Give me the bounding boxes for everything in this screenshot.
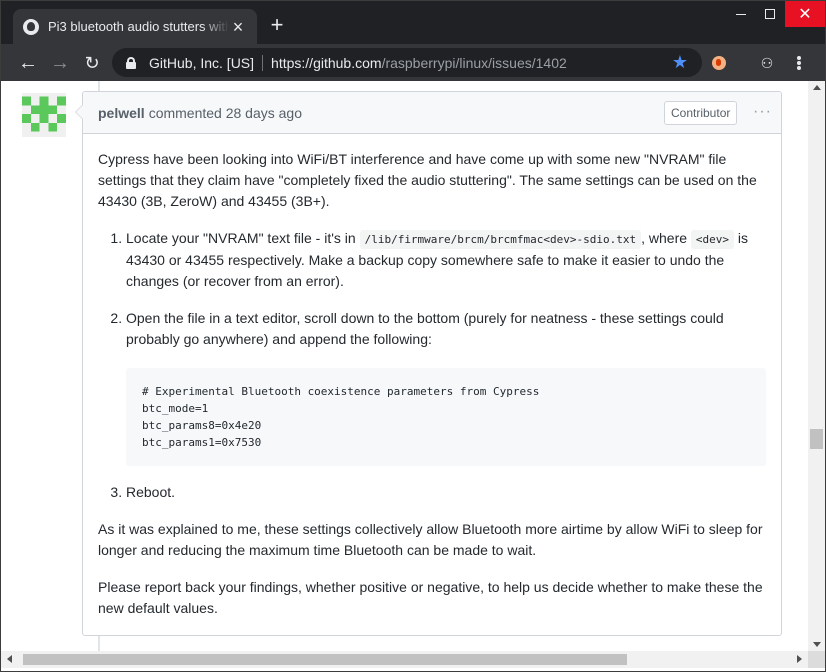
- code-block: # Experimental Bluetooth coexistence par…: [126, 368, 766, 466]
- comment-paragraph: Please report back your findings, whethe…: [98, 579, 763, 616]
- extension-icon[interactable]: [712, 56, 726, 70]
- tab-strip: Pi3 bluetooth audio stutters with × + ✕: [1, 1, 825, 44]
- tab-close-icon[interactable]: ×: [229, 18, 247, 36]
- comment-paragraph: As it was explained to me, these setting…: [98, 521, 763, 558]
- site-identity[interactable]: GitHub, Inc. [US]: [149, 55, 254, 71]
- comment: pelwell commented 28 days ago Contributo…: [75, 91, 782, 636]
- page-content: pelwell commented 28 days ago Contributo…: [1, 81, 808, 651]
- steps-list: Locate your "NVRAM" text file - it's in …: [98, 228, 766, 503]
- comment-header: pelwell commented 28 days ago Contributo…: [83, 92, 781, 134]
- reload-button[interactable]: ↻: [79, 50, 105, 76]
- inline-code-path: /lib/firmware/brcm/brcmfmac<dev>-sdio.tx…: [359, 230, 642, 249]
- browser-toolbar: ← → ↻ GitHub, Inc. [US] https://github.c…: [1, 44, 825, 81]
- vertical-scrollbar[interactable]: [808, 81, 825, 651]
- bookmark-star-icon[interactable]: ★: [672, 52, 688, 72]
- omnibox-divider: [262, 54, 264, 71]
- browser-window: Pi3 bluetooth audio stutters with × + ✕ …: [0, 0, 826, 672]
- horizontal-scroll-thumb[interactable]: [23, 654, 627, 665]
- comment-timestamp[interactable]: commented 28 days ago: [149, 105, 302, 121]
- back-button[interactable]: ←: [15, 50, 41, 76]
- comment-author[interactable]: pelwell: [98, 105, 145, 121]
- list-item: Open the file in a text editor, scroll d…: [126, 308, 766, 466]
- contributor-badge: Contributor: [664, 101, 738, 125]
- vertical-scroll-thumb[interactable]: [810, 429, 823, 449]
- inline-code-dev: <dev>: [690, 230, 735, 249]
- scroll-corner: [808, 651, 825, 668]
- github-icon: [23, 18, 39, 35]
- avatar[interactable]: [22, 93, 66, 137]
- comment-body: Cypress have been looking into WiFi/BT i…: [83, 134, 781, 650]
- url-host[interactable]: https://github.com: [271, 55, 382, 71]
- more-options-icon[interactable]: ···: [753, 104, 772, 120]
- browser-menu-icon[interactable]: [796, 54, 802, 72]
- step-text: Open the file in a text editor, scroll d…: [126, 310, 724, 347]
- list-item: Locate your "NVRAM" text file - it's in …: [126, 228, 766, 292]
- horizontal-scrollbar[interactable]: [1, 651, 808, 668]
- scroll-up-icon[interactable]: [813, 85, 821, 90]
- new-tab-button[interactable]: +: [266, 14, 288, 36]
- url-path[interactable]: /raspberrypi/linux/issues/1402: [382, 55, 567, 71]
- scroll-left-icon[interactable]: [7, 655, 12, 663]
- step-text: Reboot.: [126, 484, 176, 500]
- lock-icon[interactable]: [126, 56, 136, 69]
- maximize-icon: [765, 9, 775, 19]
- identicon-icon: [22, 93, 66, 137]
- address-bar[interactable]: GitHub, Inc. [US] https://github.com/ras…: [112, 48, 702, 77]
- step-text: Locate your "NVRAM" text file - it's in: [126, 230, 360, 246]
- browser-tab[interactable]: Pi3 bluetooth audio stutters with ×: [13, 9, 257, 44]
- close-window-button[interactable]: ✕: [785, 1, 825, 27]
- comment-paragraph: Cypress have been looking into WiFi/BT i…: [98, 151, 757, 209]
- minimize-icon: [736, 13, 746, 15]
- list-item: Reboot.: [126, 482, 766, 503]
- tab-title: Pi3 bluetooth audio stutters with: [48, 19, 230, 34]
- maximize-button[interactable]: [753, 1, 787, 27]
- step-text: , where: [641, 230, 691, 246]
- forward-button[interactable]: →: [47, 50, 73, 76]
- scroll-right-icon[interactable]: [797, 655, 802, 663]
- extension-puzzle-icon[interactable]: ⚇: [759, 54, 775, 72]
- scroll-down-icon[interactable]: [813, 642, 821, 647]
